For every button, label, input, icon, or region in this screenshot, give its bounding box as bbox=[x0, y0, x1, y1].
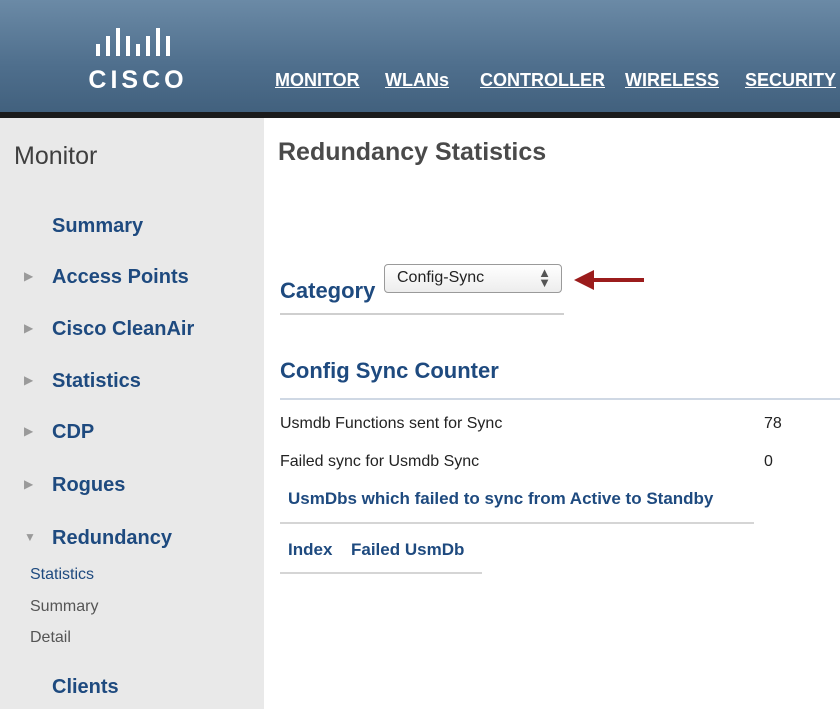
sidebar-item-label: CDP bbox=[52, 421, 95, 443]
row-label-failed-sync: Failed sync for Usmdb Sync bbox=[280, 453, 480, 470]
sidebar-item-summary[interactable]: Summary bbox=[52, 215, 143, 238]
category-select[interactable]: Config-Sync ▲ ▼ bbox=[384, 264, 562, 293]
row-label-functions-sent: Usmdb Functions sent for Sync bbox=[280, 415, 503, 432]
triangle-down-icon: ▼ bbox=[24, 529, 36, 544]
main-content: Redundancy Statistics Category Config-Sy… bbox=[264, 118, 840, 709]
sidebar-item-redundancy[interactable]: ▼ Redundancy bbox=[24, 527, 172, 550]
cisco-bars-icon bbox=[96, 28, 170, 56]
updown-arrows-icon: ▲ ▼ bbox=[538, 265, 551, 290]
row-value-failed-sync: 0 bbox=[764, 453, 773, 470]
sidebar-item-label: Rogues bbox=[52, 474, 126, 496]
sidebar-subitem-detail[interactable]: Detail bbox=[30, 629, 71, 647]
table-header-divider bbox=[280, 572, 482, 574]
row-value-functions-sent: 78 bbox=[764, 415, 782, 432]
sidebar-subitem-statistics[interactable]: Statistics bbox=[30, 566, 94, 584]
failed-usmdbs-title: UsmDbs which failed to sync from Active … bbox=[288, 489, 714, 508]
page-title: Redundancy Statistics bbox=[278, 138, 547, 166]
sidebar-item-label: Clients bbox=[52, 676, 119, 698]
sidebar-item-rogues[interactable]: ▶ Rogues bbox=[24, 474, 125, 497]
triangle-right-icon: ▶ bbox=[24, 320, 34, 335]
category-select-value: Config-Sync bbox=[397, 269, 485, 286]
triangle-right-icon: ▶ bbox=[24, 372, 34, 387]
sidebar: Monitor Summary ▶ Access Points ▶ Cisco Cl… bbox=[0, 118, 264, 709]
nav-security[interactable]: SECURITY bbox=[745, 70, 836, 91]
nav-wlans[interactable]: WLANs bbox=[385, 70, 449, 91]
sidebar-item-label: Cisco CleanAir bbox=[52, 318, 195, 340]
nav-monitor[interactable]: MONITOR bbox=[275, 70, 360, 91]
failed-usmdbs-divider bbox=[280, 522, 754, 524]
cisco-logo-text: CISCO bbox=[88, 66, 188, 94]
sidebar-subitem-summary[interactable]: Summary bbox=[30, 598, 98, 616]
top-header: CISCO MONITOR WLANs CONTROLLER WIRELESS … bbox=[0, 0, 840, 118]
section-divider bbox=[280, 398, 840, 400]
sidebar-item-label: Access Points bbox=[52, 266, 189, 288]
section-title: Config Sync Counter bbox=[280, 358, 499, 383]
sidebar-item-cisco-cleanair[interactable]: ▶ Cisco CleanAir bbox=[24, 318, 194, 341]
nav-wireless[interactable]: WIRELESS bbox=[625, 70, 719, 91]
category-divider bbox=[280, 313, 564, 315]
category-label: Category bbox=[280, 278, 376, 303]
sidebar-item-statistics[interactable]: ▶ Statistics bbox=[24, 370, 141, 393]
sidebar-item-label: Statistics bbox=[52, 370, 141, 392]
sidebar-item-cdp[interactable]: ▶ CDP bbox=[24, 421, 94, 444]
sidebar-item-label: Redundancy bbox=[52, 527, 173, 549]
column-header-failed-usmdb: Failed UsmDb bbox=[351, 540, 465, 559]
nav-controller[interactable]: CONTROLLER bbox=[480, 70, 605, 91]
triangle-right-icon: ▶ bbox=[24, 423, 34, 438]
sidebar-item-clients[interactable]: Clients bbox=[52, 676, 119, 699]
cisco-logo: CISCO bbox=[88, 26, 184, 100]
sidebar-item-label: Summary bbox=[52, 215, 144, 237]
triangle-right-icon: ▶ bbox=[24, 268, 34, 283]
sidebar-title: Monitor bbox=[14, 142, 98, 170]
triangle-right-icon: ▶ bbox=[24, 476, 34, 491]
column-header-index: Index bbox=[288, 540, 333, 559]
sidebar-item-access-points[interactable]: ▶ Access Points bbox=[24, 266, 189, 289]
annotation-arrow-icon bbox=[574, 270, 644, 290]
